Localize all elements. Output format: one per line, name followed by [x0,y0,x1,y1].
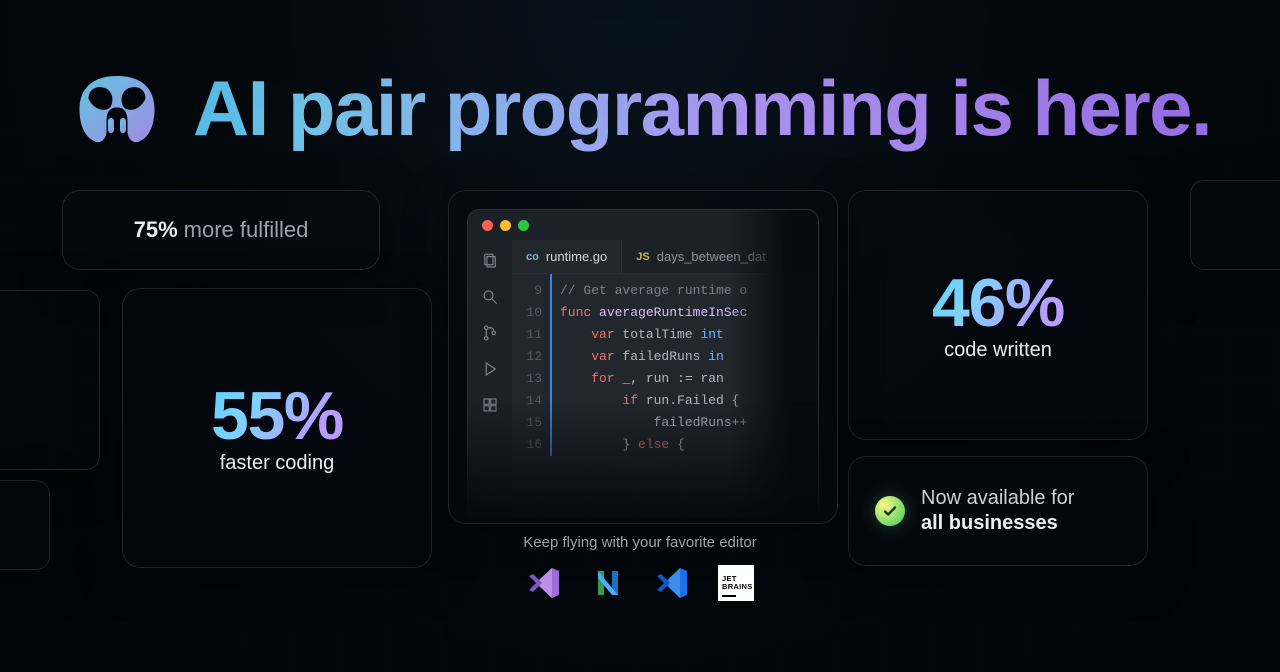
window-titlebar [468,210,818,240]
files-icon [481,252,499,270]
hero-title: AI pair programming is here. [193,63,1211,154]
stat-card-faster: 55% faster coding [122,288,432,568]
decorative-card [0,480,50,570]
window-maximize-icon [518,220,529,231]
go-file-icon: co [526,251,539,263]
search-icon [481,288,499,306]
availability-emphasis: all businesses [921,512,1058,534]
jetbrains-label-2: BRAINS [722,583,753,591]
stat-value: 75% [134,217,178,243]
stat-value: 46% [932,269,1064,337]
vscode-icon [654,565,690,601]
tab-days-between: JS days_between_dat [622,240,781,273]
check-circle-icon [875,496,905,526]
visual-studio-icon [526,565,562,601]
tab-label: days_between_dat [657,249,766,264]
availability-card: Now available for all businesses [848,456,1148,566]
editors-caption: Keep flying with your favorite editor [440,534,840,551]
editor-preview-card: co runtime.go JS days_between_dat 9 10 1… [448,190,838,524]
source-control-icon [481,324,499,342]
editors-strip: Keep flying with your favorite editor [440,534,840,601]
js-file-icon: JS [636,251,649,263]
decorative-card [0,290,100,470]
stat-label: faster coding [220,452,335,475]
stat-card-fulfilled: 75% more fulfilled [62,190,380,270]
editor-tabs: co runtime.go JS days_between_dat [512,240,818,274]
copilot-icon [69,58,165,159]
decorative-card [1190,180,1280,270]
availability-prefix: Now available for [921,486,1074,511]
availability-text: Now available for all businesses [921,486,1074,536]
code-content: // Get average runtime o func averageRun… [550,274,747,456]
line-gutter: 9 10 11 12 13 14 15 16 [512,274,550,456]
stat-card-code-written: 46% code written [848,190,1148,440]
jetbrains-icon: JET BRAINS [718,565,754,601]
hero-section: AI pair programming is here. [0,0,1280,159]
tab-runtime-go: co runtime.go [512,240,622,273]
window-minimize-icon [500,220,511,231]
stat-label: code written [944,339,1052,362]
extensions-icon [481,396,499,414]
window-close-icon [482,220,493,231]
activity-bar [468,240,512,522]
stat-label: more fulfilled [184,217,309,243]
neovim-icon [590,565,626,601]
stat-value: 55% [211,382,343,450]
tab-label: runtime.go [546,249,607,264]
editor-window: co runtime.go JS days_between_dat 9 10 1… [467,209,819,523]
debug-icon [481,360,499,378]
